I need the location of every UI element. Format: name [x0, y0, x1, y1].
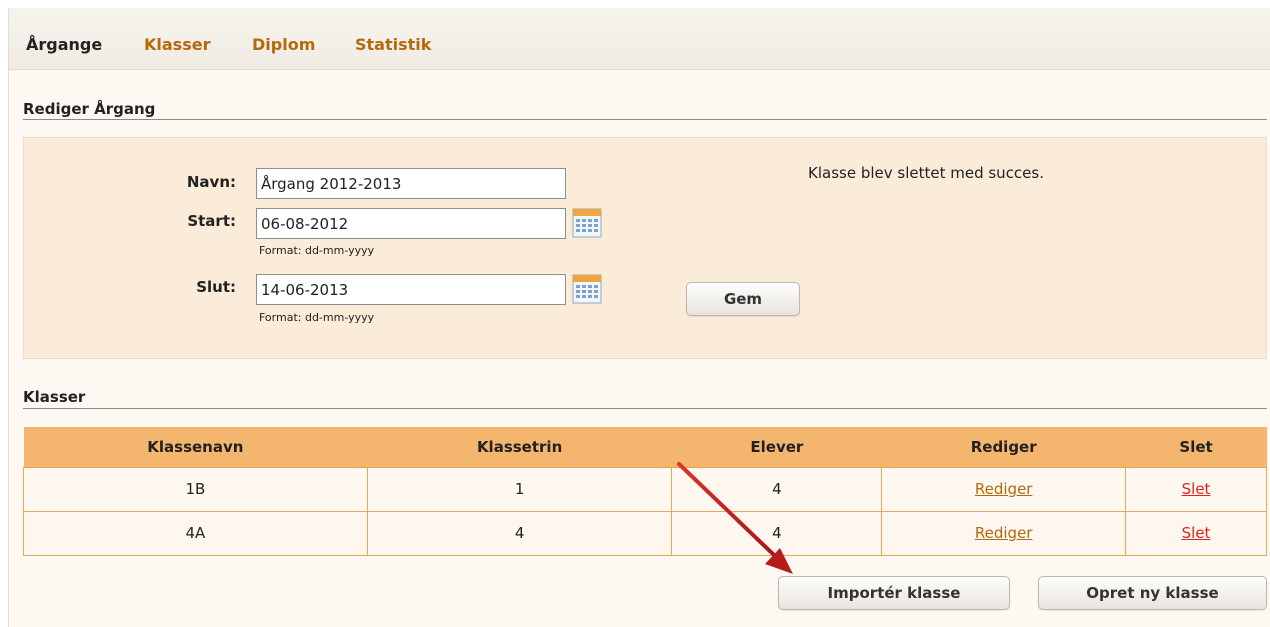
- column-header-klassenavn[interactable]: Klassenavn: [23, 427, 368, 468]
- classes-section-title: Klasser: [23, 388, 86, 406]
- import-class-button[interactable]: Importér klasse: [778, 576, 1010, 610]
- start-date-input[interactable]: [256, 208, 566, 239]
- end-label: Slut:: [196, 278, 236, 296]
- cell-delete: Slet: [1125, 466, 1267, 512]
- cell-students: 4: [671, 510, 883, 556]
- column-header-slet: Slet: [1125, 427, 1267, 468]
- calendar-icon[interactable]: [572, 274, 602, 304]
- cell-edit: Rediger: [881, 466, 1127, 512]
- name-input[interactable]: [256, 168, 566, 199]
- nav-item-argange[interactable]: Årgange: [26, 35, 102, 54]
- column-header-elever[interactable]: Elever: [671, 427, 882, 468]
- table-row: 1B 1 4 Rediger Slet: [23, 466, 1267, 512]
- delete-link[interactable]: Slet: [1182, 524, 1211, 542]
- column-header-rediger: Rediger: [881, 427, 1126, 468]
- table-row: 4A 4 4 Rediger Slet: [23, 510, 1267, 556]
- edit-link[interactable]: Rediger: [975, 480, 1033, 498]
- name-label: Navn:: [186, 173, 236, 191]
- end-date-input[interactable]: [256, 274, 566, 305]
- edit-section-title: Rediger Årgang: [23, 100, 156, 118]
- cell-grade: 4: [366, 510, 673, 556]
- table-header-row: Klassenavn Klassetrin Elever Rediger Sle…: [23, 427, 1267, 468]
- create-class-button[interactable]: Opret ny klasse: [1038, 576, 1267, 610]
- page: Årgange Klasser Diplom Statistik Rediger…: [8, 8, 1270, 627]
- classes-table: Klassenavn Klassetrin Elever Rediger Sle…: [23, 427, 1267, 556]
- start-label: Start:: [187, 212, 236, 230]
- cell-class-name: 4A: [23, 510, 368, 556]
- cell-edit: Rediger: [881, 510, 1127, 556]
- nav-item-statistik[interactable]: Statistik: [355, 35, 431, 54]
- cell-delete: Slet: [1125, 510, 1267, 556]
- edit-link[interactable]: Rediger: [975, 524, 1033, 542]
- top-navigation: Årgange Klasser Diplom Statistik: [9, 8, 1270, 70]
- save-button[interactable]: Gem: [686, 282, 800, 316]
- cell-students: 4: [671, 466, 883, 512]
- nav-item-diplom[interactable]: Diplom: [252, 35, 315, 54]
- nav-item-klasser[interactable]: Klasser: [144, 35, 210, 54]
- cell-class-name: 1B: [23, 466, 368, 512]
- column-header-klassetrin[interactable]: Klassetrin: [367, 427, 672, 468]
- edit-form: Navn: Start: Format: dd-mm-yyyy Slut:: [23, 137, 1267, 359]
- edit-section-divider: [23, 119, 1267, 120]
- success-message: Klasse blev slettet med succes.: [808, 164, 1044, 182]
- end-format-hint: Format: dd-mm-yyyy: [259, 311, 375, 324]
- start-format-hint: Format: dd-mm-yyyy: [259, 244, 375, 257]
- classes-section-divider: [23, 408, 1267, 409]
- calendar-icon[interactable]: [572, 208, 602, 238]
- delete-link[interactable]: Slet: [1182, 480, 1211, 498]
- cell-grade: 1: [366, 466, 673, 512]
